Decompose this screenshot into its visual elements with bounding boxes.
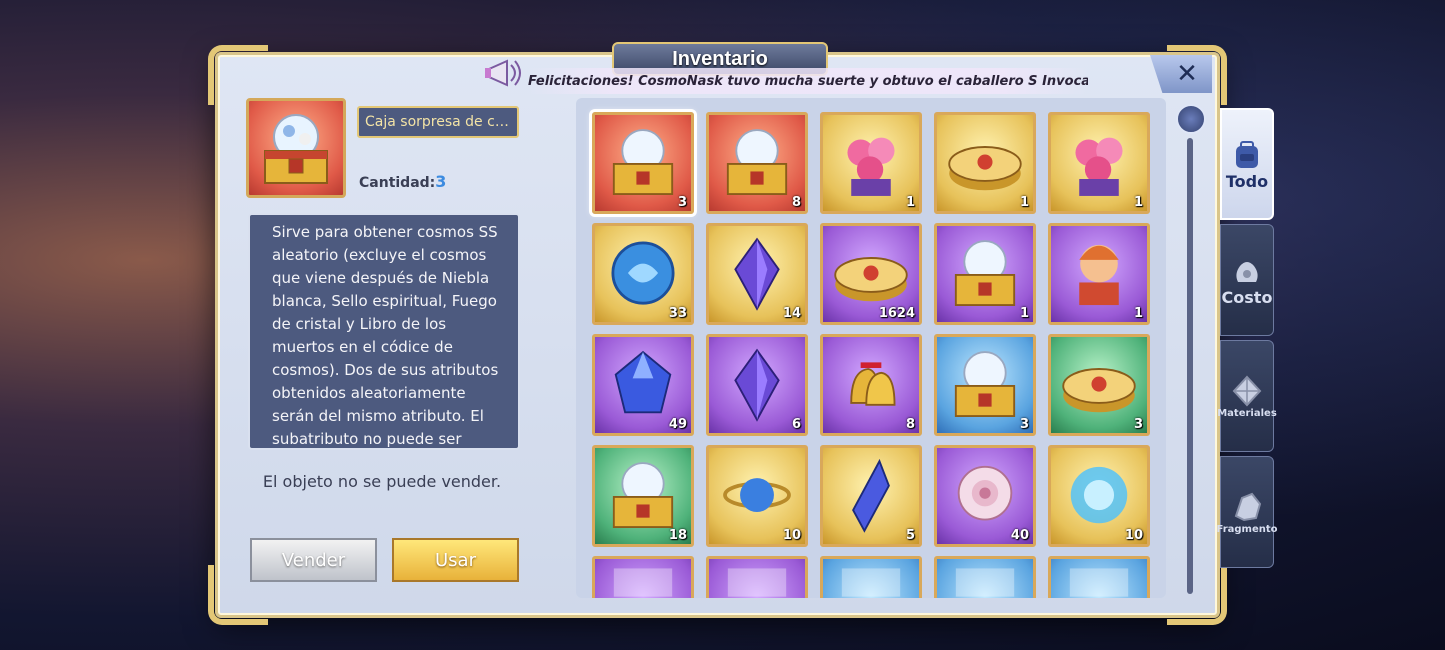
ss-cosmos-chest-icon bbox=[612, 129, 674, 195]
item-count: 1624 bbox=[878, 306, 915, 321]
category-tabs: Todo Costo Materiales Fragmento bbox=[1217, 108, 1278, 568]
golden-bells-icon bbox=[850, 362, 896, 406]
inventory-slot-blue-energy-burst[interactable]: 10 bbox=[1048, 445, 1150, 547]
inventory-slot-blue-cosmos-orb[interactable]: 33 bbox=[592, 223, 694, 325]
item-count: 18 bbox=[668, 528, 687, 543]
inventory-slot-orbit-orb[interactable]: 10 bbox=[706, 445, 808, 547]
inventory-slot-partial-item-5[interactable] bbox=[1048, 556, 1150, 598]
inventory-slot-a-cosmos-chest[interactable]: 3 bbox=[934, 334, 1036, 436]
partial-item-2-icon bbox=[727, 568, 787, 597]
inventory-slot-chibi-saint-figure[interactable]: 1 bbox=[1048, 223, 1150, 325]
crystal-icon bbox=[1232, 375, 1262, 406]
tab-label: Materiales bbox=[1217, 407, 1277, 419]
scrollbar[interactable] bbox=[1187, 138, 1193, 594]
inventory-slot-b-cosmos-chest[interactable]: 18 bbox=[592, 445, 694, 547]
ss-cosmos-chest-2-icon bbox=[726, 129, 788, 195]
tab-fragmento[interactable]: Fragmento bbox=[1217, 456, 1278, 568]
tab-label: Fragmento bbox=[1216, 523, 1278, 535]
backpack-icon bbox=[1236, 140, 1258, 168]
selected-item-icon bbox=[246, 98, 346, 198]
inventory-slot-flower-basket[interactable]: 1 bbox=[1048, 112, 1150, 214]
inventory-slot-partial-item-4[interactable] bbox=[934, 556, 1036, 598]
megaphone-icon bbox=[482, 54, 528, 94]
inventory-slot-blue-gem[interactable]: 49 bbox=[592, 334, 694, 436]
tab-materiales[interactable]: Materiales bbox=[1217, 340, 1277, 452]
inventory-grid: 3 8 1 1 1 33 14 1624 1 1 49 6 8 3 3 18 10 5 40 10 bbox=[576, 98, 1166, 598]
item-count: 6 bbox=[791, 417, 801, 432]
inventory-slot-blue-shard[interactable]: 5 bbox=[820, 445, 922, 547]
inventory-slot-partial-item-3[interactable] bbox=[820, 556, 922, 598]
item-count: 1 bbox=[1019, 195, 1029, 210]
inventory-slot-partial-item-2[interactable] bbox=[706, 556, 808, 598]
item-count: 10 bbox=[782, 528, 801, 543]
frame-corner-ornament bbox=[208, 45, 268, 105]
item-count: 33 bbox=[668, 306, 687, 321]
sell-button[interactable]: Vender bbox=[250, 538, 377, 582]
tab-label: Todo bbox=[1225, 171, 1269, 191]
s-cosmos-chest-icon bbox=[954, 240, 1016, 306]
item-count: 8 bbox=[905, 417, 915, 432]
tab-costo[interactable]: Costo bbox=[1220, 224, 1274, 336]
inventory-slot-white-rose[interactable]: 40 bbox=[934, 445, 1036, 547]
item-count: 3 bbox=[677, 195, 687, 210]
a-cosmos-chest-icon bbox=[954, 351, 1016, 417]
inventory-slot-golden-bells[interactable]: 8 bbox=[820, 334, 922, 436]
inventory-slot-purple-crystal[interactable]: 14 bbox=[706, 223, 808, 325]
partial-item-5-icon bbox=[1069, 568, 1129, 597]
item-count: 3 bbox=[1019, 417, 1029, 432]
item-count: 1 bbox=[1133, 306, 1143, 321]
item-detail-panel: Caja sorpresa de cosm... Cantidad:3 Sirv… bbox=[222, 98, 555, 614]
inventory-slot-fire-crystal[interactable]: 6 bbox=[706, 334, 808, 436]
quantity-label: Cantidad:3 bbox=[359, 172, 446, 191]
item-count: 1 bbox=[1133, 195, 1143, 210]
money-bag-icon bbox=[1236, 261, 1258, 282]
inventory-slot-pink-orchid-bouquet[interactable]: 1 bbox=[820, 112, 922, 214]
tab-label: Costo bbox=[1221, 287, 1273, 307]
fire-crystal-icon bbox=[734, 348, 780, 422]
flower-basket-icon bbox=[1075, 137, 1123, 196]
inventory-slot-partial-item-1[interactable] bbox=[592, 556, 694, 598]
item-description[interactable]: Sirve para obtener cosmos SS aleatorio (… bbox=[248, 213, 520, 450]
sell-note: El objeto no se puede vender. bbox=[262, 472, 502, 491]
partial-item-1-icon bbox=[613, 568, 673, 597]
inventory-slot-ss-cosmos-chest-2[interactable]: 8 bbox=[706, 112, 808, 214]
scroll-handle[interactable] bbox=[1176, 104, 1206, 134]
item-count: 1 bbox=[1019, 306, 1029, 321]
item-count: 5 bbox=[905, 528, 915, 543]
item-count: 14 bbox=[782, 306, 801, 321]
partial-item-4-icon bbox=[955, 568, 1015, 597]
golden-gift-box-icon bbox=[948, 146, 1022, 191]
inventory-slot-s-cosmos-chest[interactable]: 1 bbox=[934, 223, 1036, 325]
tab-todo[interactable]: Todo bbox=[1220, 108, 1274, 220]
item-count: 10 bbox=[1124, 528, 1143, 543]
quantity-value: 3 bbox=[435, 172, 447, 191]
broadcast-message: Felicitaciones! CosmoNask tuvo mucha sue… bbox=[528, 68, 1088, 94]
inventory-slot-purple-round-box[interactable]: 1624 bbox=[820, 223, 922, 325]
item-count: 3 bbox=[1133, 417, 1143, 432]
inventory-slot-golden-gift-box[interactable]: 1 bbox=[934, 112, 1036, 214]
item-count: 8 bbox=[791, 195, 801, 210]
item-count: 1 bbox=[905, 195, 915, 210]
item-count: 40 bbox=[1010, 528, 1029, 543]
use-button[interactable]: Usar bbox=[392, 538, 519, 582]
item-name-field: Caja sorpresa de cosm... bbox=[357, 106, 519, 138]
inventory-slot-ss-cosmos-chest[interactable]: 3 bbox=[592, 112, 694, 214]
inventory-slot-green-gift-box[interactable]: 3 bbox=[1048, 334, 1150, 436]
item-count: 49 bbox=[668, 417, 687, 432]
partial-item-3-icon bbox=[841, 568, 901, 597]
frame-corner-ornament bbox=[1167, 565, 1227, 625]
fragment-icon bbox=[1234, 492, 1262, 521]
blue-shard-icon bbox=[852, 458, 890, 533]
pink-orchid-bouquet-icon bbox=[847, 137, 895, 196]
quantity-text: Cantidad: bbox=[359, 175, 436, 191]
chibi-saint-figure-icon bbox=[1079, 244, 1119, 306]
treasure-chest-icon bbox=[264, 114, 328, 184]
green-gift-box-icon bbox=[1062, 368, 1136, 413]
